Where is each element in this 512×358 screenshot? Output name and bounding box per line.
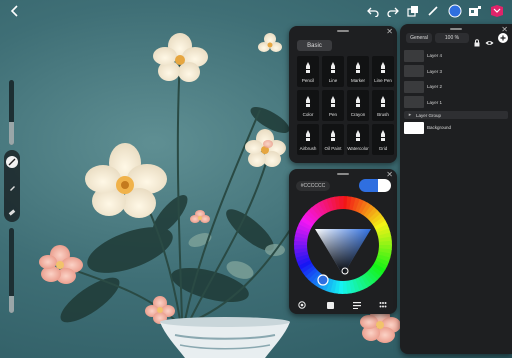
layer-name: Layer 4 [427, 53, 443, 59]
brush-label: Watercolor [347, 146, 369, 151]
brush-opacity-slider[interactable] [9, 228, 14, 313]
layer-name: Layer 2 [427, 84, 443, 90]
color-brush-icon [304, 96, 312, 108]
brush-label: Airbrush [299, 146, 317, 151]
layer-name: Layer 3 [427, 68, 443, 74]
pen-brush-icon [329, 96, 337, 108]
brush-label: Crayon [350, 112, 366, 117]
color-swatches[interactable] [359, 179, 391, 192]
grid-brush-icon [379, 130, 387, 142]
brush-label: Grid [378, 146, 388, 151]
folder-toggle-icon[interactable]: ▸ [404, 112, 416, 118]
brush-panel: ✕ Basic Pencil Line Marker Line Pen Color Pen… [289, 26, 397, 163]
brush-label: Brush [377, 112, 389, 117]
layers-icon[interactable] [404, 2, 422, 20]
pen-icon[interactable] [424, 2, 442, 20]
brush-item[interactable]: Crayon [347, 90, 369, 121]
panel-grip[interactable] [337, 30, 349, 32]
layers-panel: ✕ General 100 % Layer 4 Layer 3 Layer 2 Lay… [400, 24, 512, 354]
brush-label: Line [328, 78, 338, 83]
brush-size-level [9, 122, 14, 145]
eraser-icon[interactable] [6, 206, 18, 218]
opacity-field[interactable]: 100 % [435, 33, 469, 43]
hex-value-field[interactable]: #CCCCCC [296, 181, 330, 191]
close-icon[interactable]: ✕ [386, 27, 393, 36]
square-icon[interactable] [325, 300, 335, 310]
brush-icon [379, 96, 387, 108]
brush-item[interactable]: Airbrush [297, 124, 319, 155]
crayon-brush-icon [354, 96, 362, 108]
layer-thumbnail [404, 65, 424, 78]
brush-item[interactable]: Color [297, 90, 319, 121]
watercolor-icon [354, 130, 362, 142]
chevron-left-icon[interactable] [6, 2, 24, 20]
brush-item[interactable]: Watercolor [347, 124, 369, 155]
panel-grip[interactable] [450, 28, 462, 30]
layer-name: Background [427, 125, 452, 131]
gallery-icon[interactable] [466, 2, 484, 20]
layer-name: Layer Group [416, 112, 442, 118]
brush-label: Pencil [301, 78, 315, 83]
blend-mode-select[interactable]: General [406, 33, 432, 43]
brush-size-slider[interactable] [9, 80, 14, 145]
brush-label: Line Pen [374, 78, 392, 83]
secondary-color-swatch[interactable] [378, 179, 391, 192]
layer-row[interactable]: Background [404, 120, 508, 136]
add-layer-icon[interactable] [498, 33, 508, 43]
brush-label: Color [302, 112, 314, 117]
eye-icon[interactable] [485, 34, 494, 45]
undo-icon[interactable] [364, 2, 382, 20]
layer-row[interactable]: Layer 2 [404, 79, 508, 95]
layer-thumbnail [404, 49, 424, 62]
close-icon[interactable]: ✕ [386, 170, 393, 179]
layer-row[interactable]: Layer 3 [404, 64, 508, 80]
redo-icon[interactable] [384, 2, 402, 20]
brush-item[interactable]: Brush [372, 90, 394, 121]
top-toolbar [0, 0, 512, 22]
brush-item[interactable]: Oil Paint [322, 124, 344, 155]
brush-item[interactable]: Grid [372, 124, 394, 155]
line-pen-brush-icon [379, 62, 387, 74]
airbrush-icon [304, 130, 312, 142]
logo-icon[interactable] [488, 2, 506, 20]
line-brush-icon [329, 62, 337, 74]
color-panel: ✕ #CCCCCC [289, 169, 397, 314]
primary-color-swatch[interactable] [359, 179, 379, 192]
brush-label: Pen [328, 112, 337, 117]
pencil-icon[interactable] [6, 156, 18, 168]
brush-opacity-level [9, 296, 14, 313]
brush-item[interactable]: Line Pen [372, 56, 394, 87]
brush-item[interactable]: Marker [347, 56, 369, 87]
layer-name: Layer 1 [427, 99, 443, 105]
layer-row[interactable]: Layer 1 [404, 95, 508, 111]
oil-paint-icon [329, 130, 337, 142]
color-bottom-bar [289, 296, 397, 314]
layer-row[interactable]: Layer 4 [404, 48, 508, 64]
brush-item[interactable]: Pencil [297, 56, 319, 87]
tab-basic[interactable]: Basic [297, 40, 332, 51]
brush-grid: Pencil Line Marker Line Pen Color Pen Crayon Br… [297, 56, 394, 155]
lock-icon[interactable] [473, 34, 481, 47]
color-icon[interactable] [446, 2, 464, 20]
brush-label: Oil Paint [324, 146, 342, 151]
smudge-icon[interactable] [6, 182, 18, 194]
layer-list: Layer 4 Layer 3 Layer 2 Layer 1 ▸ Layer Group… [404, 48, 508, 136]
pencil-brush-icon [304, 62, 312, 74]
layer-group-row[interactable]: ▸ Layer Group [404, 111, 508, 119]
layer-thumbnail [404, 96, 424, 109]
brush-label: Marker [350, 78, 365, 83]
color-history-icon[interactable] [297, 300, 307, 310]
brush-item[interactable]: Pen [322, 90, 344, 121]
layers-header: General 100 % [404, 33, 508, 47]
marker-brush-icon [354, 62, 362, 74]
brush-item[interactable]: Line [322, 56, 344, 87]
color-wheel[interactable] [293, 195, 393, 295]
layer-thumbnail [404, 121, 424, 134]
sliders-icon[interactable] [352, 300, 362, 310]
palette-grid-icon[interactable] [378, 300, 388, 310]
left-tool-rail [4, 150, 20, 222]
hue-handle [317, 274, 329, 286]
panel-grip[interactable] [337, 173, 349, 175]
layer-thumbnail [404, 80, 424, 93]
